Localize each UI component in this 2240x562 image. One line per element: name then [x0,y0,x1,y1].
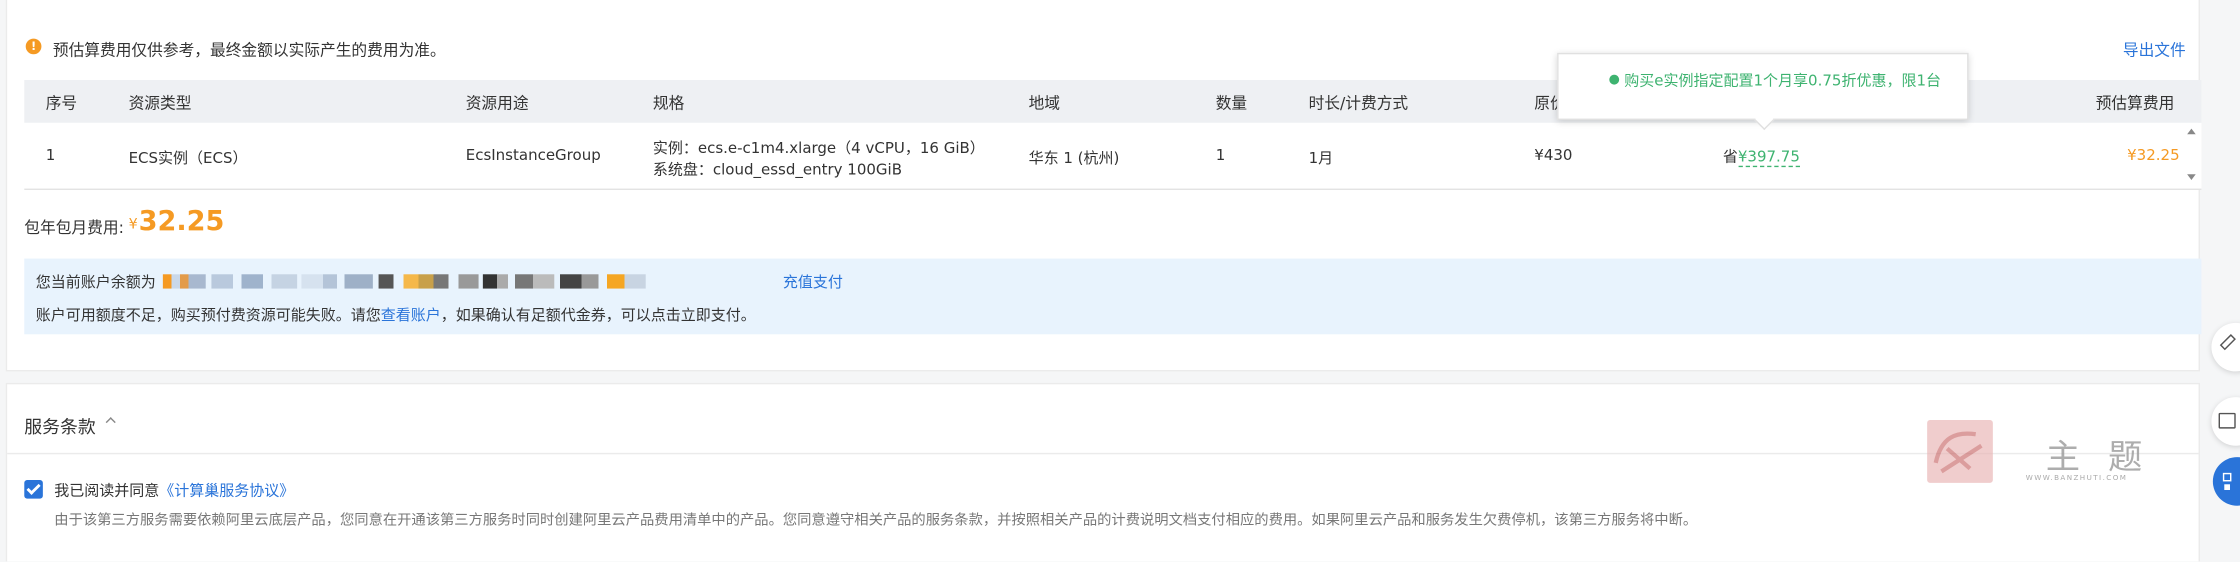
page-root: ! 预估算费用仅供参考，最终金额以实际产生的费用为准。 导出文件 序号 资源类型… [0,0,2240,562]
total-label: 包年包月费用: [24,218,124,238]
row-duration: 1月 [1308,149,1334,168]
balance-redacted [162,271,645,290]
table-scrollbar[interactable] [2183,126,2200,186]
watermark-seal-icon [1933,431,1983,474]
row-spec-disk: 系统盘：cloud_essd_entry 100GiB [652,161,903,179]
discount-value: ¥397.75 [1737,148,1800,168]
col-index-header: 序号 [45,94,78,113]
discount-prefix: 省 [1722,148,1738,166]
watermark-url: WWW.BANZHUTI.COM [2025,474,2128,483]
estimate-notice: 预估算费用仅供参考，最终金额以实际产生的费用为准。 [52,41,446,60]
recharge-pay-link[interactable]: 充值支付 [783,271,843,292]
tooltip-bullet-icon: ● [1608,72,1620,88]
col-usage-header: 资源用途 [465,94,529,113]
col-estimate-header: 预估算费用 [2095,94,2175,113]
col-region-header: 地域 [1028,94,1060,113]
col-duration-header: 时长/计费方式 [1308,94,1409,113]
grid-icon [2222,472,2232,482]
tooltip-text: 购买e实例指定配置1个月享0.75折优惠，限1台 [1624,72,1942,90]
row-discount[interactable]: 省¥397.75 [1722,146,1800,168]
row-type: ECS实例（ECS） [128,149,248,168]
total-currency: ¥ [128,217,138,233]
row-qty: 1 [1215,147,1226,165]
col-type-header: 资源类型 [128,94,192,113]
agree-checkbox[interactable] [24,479,43,499]
row-estimate: ¥32.25 [2127,147,2180,165]
feedback-icon [2218,412,2236,429]
apps-float-button[interactable] [2212,457,2240,506]
pencil-icon [2219,334,2236,351]
agree-prefix: 我已阅读并同意 [54,482,160,500]
terms-description: 由于该第三方服务需要依赖阿里云底层产品，您同意在开通该第三方服务时同时创建阿里云… [54,512,1698,529]
total-amount: 32.25 [138,205,225,238]
col-spec-header: 规格 [652,94,685,113]
row-usage: EcsInstanceGroup [465,147,601,165]
scroll-down-icon[interactable] [2187,174,2196,180]
scroll-up-icon[interactable] [2187,128,2196,135]
row-original-price: ¥430 [1534,147,1573,165]
edit-float-button[interactable] [2211,322,2240,372]
service-agreement-link[interactable]: 《计算巢服务协议》 [159,483,294,500]
row-region: 华东 1 (杭州) [1028,149,1120,168]
warning-icon: ! [25,38,42,55]
watermark-logo [1927,419,1993,483]
terms-card [5,382,2200,562]
row-spec-instance: 实例：ecs.e-c1m4.xlarge（4 vCPU，16 GiB） [652,139,985,158]
view-account-link[interactable]: 查看账户 [381,307,441,324]
export-file-link[interactable]: 导出文件 [2123,39,2186,62]
balance-warning-text-a: 账户可用额度不足，购买预付费资源可能失败。请您 [35,307,381,325]
agree-label: 我已阅读并同意《计算巢服务协议》 [54,480,294,501]
row-index: 1 [45,147,56,165]
col-qty-header: 数量 [1215,94,1248,113]
feedback-float-button[interactable] [2211,397,2240,446]
balance-warning-line: 账户可用额度不足，购买预付费资源可能失败。请您查看账户，如果确认有足额代金券，可… [36,304,756,325]
watermark-text: 主 题 [2045,437,2151,478]
balance-warning-text-b: ，如果确认有足额代金券，可以点击立即支付。 [440,307,756,325]
terms-divider [7,452,2199,455]
balance-prefix: 您当前账户余额为 [35,274,156,292]
terms-title: 服务条款 [24,415,96,438]
checkmark-icon [26,480,41,495]
